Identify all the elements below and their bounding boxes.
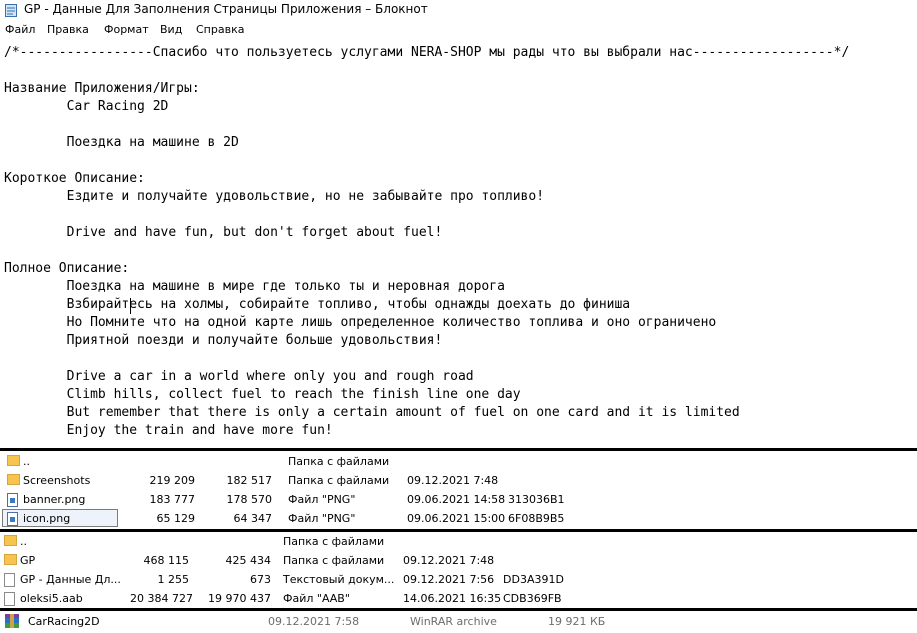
- file-name: icon.png: [23, 512, 71, 525]
- file-modified: 09.12.2021 7:48: [407, 474, 499, 487]
- file-size: 219 209: [149, 474, 196, 487]
- file-type: Файл "AAB": [283, 592, 350, 605]
- file-type: Текстовый докум...: [283, 573, 395, 586]
- full-desc-ru-2: Взбирайтесь на холмы, собирайте топливо,…: [4, 297, 631, 312]
- notepad-icon: [5, 4, 17, 17]
- file-packed: 64 347: [233, 512, 273, 525]
- folder-icon: [7, 474, 20, 485]
- label-short-desc: Короткое Описание:: [4, 171, 145, 186]
- file-row[interactable]: oleksi5.aab 20 384 727 19 970 437 Файл "…: [0, 589, 917, 608]
- file-size: 1 255: [157, 573, 190, 586]
- file-type: Папка с файлами: [288, 474, 390, 487]
- file-name: ..: [23, 455, 30, 468]
- file-list-panel-1: .. Папка с файлами Screenshots 219 209 1…: [0, 452, 917, 529]
- file-size: 183 777: [149, 493, 196, 506]
- file-crc: DD3A391D: [503, 573, 564, 586]
- folder-icon: [4, 554, 17, 565]
- file-icon: [4, 592, 15, 606]
- separator: [0, 448, 917, 451]
- full-desc-ru-1: Поездка на машине в мире где только ты и…: [4, 279, 505, 294]
- archive-row[interactable]: CarRacing2D 09.12.2021 7:58 WinRAR archi…: [0, 612, 917, 633]
- file-type: Папка с файлами: [283, 535, 385, 548]
- file-row[interactable]: GP - Данные Дл... 1 255 673 Текстовый до…: [0, 570, 917, 589]
- full-desc-ru-4: Приятной поезди и получайте больше удово…: [4, 333, 443, 348]
- file-type: Папка с файлами: [283, 554, 385, 567]
- file-row[interactable]: Screenshots 219 209 182 517 Папка с файл…: [0, 471, 917, 490]
- short-desc-en: Drive and have fun, but don't forget abo…: [4, 225, 443, 240]
- file-list-panel-2: .. Папка с файлами GP 468 115 425 434 Па…: [0, 532, 917, 608]
- text-caret: [130, 298, 131, 314]
- archive-size: 19 921 КБ: [548, 615, 606, 628]
- menu-file[interactable]: Файл: [5, 23, 35, 36]
- file-packed: 182 517: [226, 474, 273, 487]
- file-type: Файл "PNG": [288, 493, 356, 506]
- archive-modified: 09.12.2021 7:58: [268, 615, 360, 628]
- file-name: ..: [20, 535, 27, 548]
- file-name: GP - Данные Дл...: [20, 573, 121, 586]
- app-name-ru: Поездка на машине в 2D: [4, 135, 239, 150]
- text-editor[interactable]: /*-----------------Спасибо что пользуете…: [0, 40, 917, 448]
- archive-type: WinRAR archive: [410, 615, 497, 628]
- label-full-desc: Полное Описание:: [4, 261, 130, 276]
- file-type: Папка с файлами: [288, 455, 390, 468]
- file-row-selected[interactable]: icon.png 65 129 64 347 Файл "PNG" 09.06.…: [0, 509, 917, 528]
- file-name: banner.png: [23, 493, 86, 506]
- file-size: 468 115: [143, 554, 190, 567]
- file-crc: 6F08B9B5: [508, 512, 565, 525]
- file-packed: 19 970 437: [208, 592, 271, 605]
- menu-help[interactable]: Справка: [196, 23, 244, 36]
- winrar-archive-icon: [5, 614, 19, 628]
- file-modified: 09.12.2021 7:56: [403, 573, 495, 586]
- file-modified: 14.06.2021 16:35: [403, 592, 502, 605]
- title-bar: GP - Данные Для Заполнения Страницы Прил…: [0, 0, 917, 20]
- editor-content[interactable]: /*-----------------Спасибо что пользуете…: [4, 44, 849, 440]
- menu-view[interactable]: Вид: [160, 23, 182, 36]
- full-desc-en-3: But remember that there is only a certai…: [4, 405, 740, 420]
- full-desc-en-2: Climb hills, collect fuel to reach the f…: [4, 387, 521, 402]
- file-modified: 09.06.2021 14:58: [407, 493, 506, 506]
- png-file-icon: [7, 493, 18, 507]
- text-file-icon: [4, 573, 15, 587]
- folder-icon: [4, 535, 17, 546]
- file-type: Файл "PNG": [288, 512, 356, 525]
- file-modified: 09.12.2021 7:48: [403, 554, 495, 567]
- menu-bar: Файл Правка Формат Вид Справка: [0, 21, 917, 40]
- file-modified: 09.06.2021 15:00: [407, 512, 506, 525]
- file-name: GP: [20, 554, 36, 567]
- png-file-icon: [7, 512, 18, 526]
- file-row[interactable]: GP 468 115 425 434 Папка с файлами 09.12…: [0, 551, 917, 570]
- file-row[interactable]: banner.png 183 777 178 570 Файл "PNG" 09…: [0, 490, 917, 509]
- file-name: Screenshots: [23, 474, 91, 487]
- menu-format[interactable]: Формат: [104, 23, 149, 36]
- file-row[interactable]: .. Папка с файлами: [0, 452, 917, 471]
- file-crc: 313036B1: [508, 493, 565, 506]
- short-desc-ru: Ездите и получайте удовольствие, но не з…: [4, 189, 545, 204]
- label-app-name: Название Приложения/Игры:: [4, 81, 200, 96]
- file-packed: 673: [250, 573, 271, 586]
- file-size: 65 129: [156, 512, 196, 525]
- file-name: oleksi5.aab: [20, 592, 83, 605]
- folder-icon: [7, 455, 20, 466]
- app-name-en: Car Racing 2D: [4, 99, 169, 114]
- full-desc-en-4: Enjoy the train and have more fun!: [4, 423, 333, 438]
- archive-name: CarRacing2D: [28, 615, 100, 628]
- full-desc-en-1: Drive a car in a world where only you an…: [4, 369, 474, 384]
- file-packed: 425 434: [225, 554, 272, 567]
- file-row[interactable]: .. Папка с файлами: [0, 532, 917, 551]
- separator: [0, 608, 917, 611]
- full-desc-ru-3: Но Помните что на одной карте лишь опред…: [4, 315, 717, 330]
- menu-edit[interactable]: Правка: [47, 23, 89, 36]
- file-size: 20 384 727: [130, 592, 193, 605]
- file-packed: 178 570: [226, 493, 273, 506]
- file-crc: CDB369FB: [503, 592, 562, 605]
- window-title: GP - Данные Для Заполнения Страницы Прил…: [24, 2, 428, 16]
- line-header: /*-----------------Спасибо что пользуете…: [4, 45, 850, 60]
